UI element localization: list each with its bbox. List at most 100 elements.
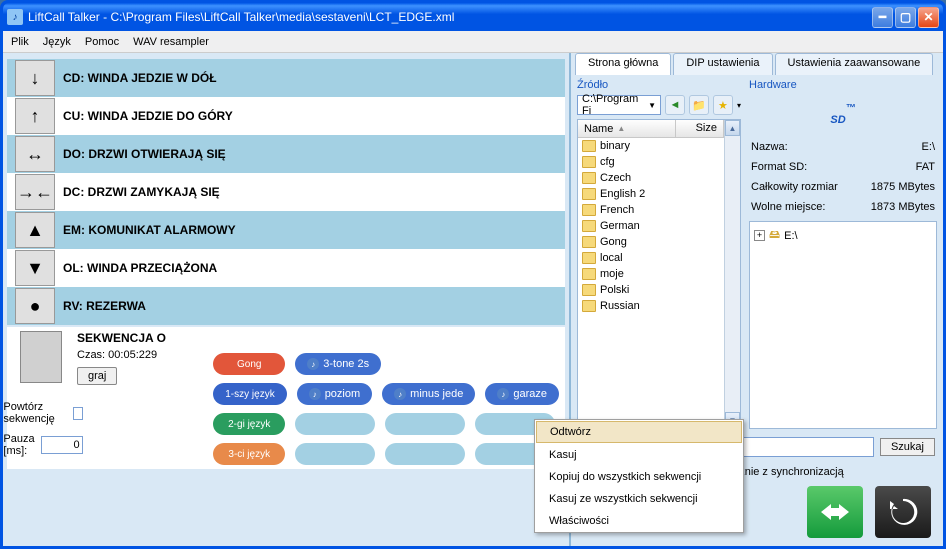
sync-button[interactable]	[807, 486, 863, 538]
hw-format-label: Format SD:	[751, 161, 807, 173]
event-icon: ●	[15, 288, 55, 324]
tab-main[interactable]: Strona główna	[575, 53, 671, 75]
cm-delete[interactable]: Kasuj	[535, 444, 743, 466]
chip-garaze[interactable]: ♪garaze	[485, 383, 559, 405]
cm-properties[interactable]: Właściwości	[535, 510, 743, 532]
folder-item[interactable]: German	[578, 218, 724, 234]
app-icon: ♪	[7, 9, 23, 25]
chip-empty[interactable]	[385, 413, 465, 435]
cm-copy-all[interactable]: Kopiuj do wszystkich sekwencji	[535, 466, 743, 488]
folder-item[interactable]: Czech	[578, 170, 724, 186]
folder-item[interactable]: French	[578, 202, 724, 218]
menu-language[interactable]: Język	[43, 36, 71, 48]
folder-item[interactable]: cfg	[578, 154, 724, 170]
drive-tree[interactable]: + 🖴 E:\	[749, 221, 937, 429]
hw-size-label: Całkowity rozmiar	[751, 181, 838, 193]
cm-play[interactable]: Odtwórz	[536, 421, 742, 443]
tree-drive-label[interactable]: E:\	[784, 230, 797, 242]
folder-icon	[582, 172, 596, 184]
chip-empty[interactable]	[385, 443, 465, 465]
tab-dip[interactable]: DIP ustawienia	[673, 53, 772, 75]
folder-name: German	[600, 220, 640, 232]
titlebar[interactable]: ♪ LiftCall Talker - C:\Program Files\Lif…	[3, 3, 943, 31]
note-icon: ♪	[394, 388, 406, 400]
folder-item[interactable]: moje	[578, 266, 724, 282]
chip-gong[interactable]: Gong	[213, 353, 285, 375]
note-icon: ♪	[307, 358, 319, 370]
col-name[interactable]: Name ▲	[578, 120, 676, 137]
minimize-button[interactable]: ━	[872, 7, 893, 28]
chip-poziom[interactable]: ♪poziom	[297, 383, 372, 405]
hw-free-value: 1873 MBytes	[871, 201, 935, 213]
expand-icon[interactable]: +	[754, 230, 765, 241]
refresh-button[interactable]	[875, 486, 931, 538]
tab-advanced[interactable]: Ustawienia zaawansowane	[775, 53, 934, 75]
folder-item[interactable]: binary	[578, 138, 724, 154]
scroll-up-icon[interactable]: ▲	[725, 120, 740, 136]
folder-icon	[582, 220, 596, 232]
left-panel: ↓CD: WINDA JEDZIE W DÓŁ↑CU: WINDA JEDZIE…	[3, 53, 569, 546]
folder-item[interactable]: Gong	[578, 234, 724, 250]
folder-icon	[582, 236, 596, 248]
up-folder-icon[interactable]: 📁	[689, 95, 709, 115]
chip-3tone[interactable]: ♪3-tone 2s	[295, 353, 381, 375]
chevron-down-icon[interactable]: ▾	[737, 101, 741, 110]
source-column: Źródło C:\Program Fi▼ ◄ 📁 ★ ▾	[577, 79, 741, 429]
sequence-time: Czas: 00:05:229	[77, 349, 205, 361]
drive-icon: 🖴	[769, 226, 780, 245]
maximize-button[interactable]: ▢	[895, 7, 916, 28]
event-row[interactable]: ↓CD: WINDA JEDZIE W DÓŁ	[7, 59, 565, 97]
chip-lang1[interactable]: 1-szy język	[213, 383, 286, 405]
event-row[interactable]: ▼OL: WINDA PRZECIĄŻONA	[7, 249, 565, 287]
folder-item[interactable]: Russian	[578, 298, 724, 314]
chip-minus[interactable]: ♪minus jede	[382, 383, 475, 405]
chip-empty[interactable]	[295, 443, 375, 465]
sequence-title: SEKWENCJA O	[77, 331, 205, 345]
chip-empty[interactable]	[295, 413, 375, 435]
event-label: CD: WINDA JEDZIE W DÓŁ	[63, 71, 217, 85]
folder-name: Polski	[600, 284, 629, 296]
search-button[interactable]: Szukaj	[880, 438, 935, 456]
event-label: OL: WINDA PRZECIĄŻONA	[63, 261, 217, 275]
close-button[interactable]: ✕	[918, 7, 939, 28]
folder-name: Czech	[600, 172, 631, 184]
chip-grid: Gong ♪3-tone 2s 1-szy język ♪poziom ♪min…	[213, 331, 559, 465]
cm-delete-all[interactable]: Kasuj ze wszystkich sekwencji	[535, 488, 743, 510]
menu-file[interactable]: Plik	[11, 36, 29, 48]
event-row[interactable]: ●RV: REZERWA	[7, 287, 565, 325]
back-icon[interactable]: ◄	[665, 95, 685, 115]
play-button[interactable]: graj	[77, 367, 117, 385]
path-combo[interactable]: C:\Program Fi▼	[577, 95, 661, 115]
folder-name: Gong	[600, 236, 627, 248]
menu-wav-resampler[interactable]: WAV resampler	[133, 36, 209, 48]
chip-lang3[interactable]: 3-ci język	[213, 443, 285, 465]
sort-asc-icon: ▲	[617, 124, 625, 133]
folder-item[interactable]: Polski	[578, 282, 724, 298]
folder-icon	[582, 300, 596, 312]
favorite-icon[interactable]: ★	[713, 95, 733, 115]
event-row[interactable]: ↑CU: WINDA JEDZIE DO GÓRY	[7, 97, 565, 135]
folder-item[interactable]: English 2	[578, 186, 724, 202]
chip-lang2[interactable]: 2-gi język	[213, 413, 285, 435]
tabs: Strona główna DIP ustawienia Ustawienia …	[571, 53, 943, 75]
pause-label: Pauza [ms]:	[3, 433, 34, 457]
scrollbar[interactable]: ▲ ▼	[724, 120, 740, 428]
chevron-down-icon: ▼	[648, 101, 656, 110]
refresh-icon	[886, 495, 920, 529]
event-row[interactable]: ↔ DO: DRZWI OTWIERAJĄ SIĘ	[7, 135, 565, 173]
hardware-title: Hardware	[749, 79, 937, 91]
event-row[interactable]: →←DC: DRZWI ZAMYKAJĄ SIĘ	[7, 173, 565, 211]
event-icon: ↔	[15, 136, 55, 172]
col-size[interactable]: Size	[676, 120, 724, 137]
folder-name: English 2	[600, 188, 645, 200]
event-label: DO: DRZWI OTWIERAJĄ SIĘ	[63, 147, 226, 161]
hardware-column: Hardware SD™ Nazwa:E:\ Format SD:FAT Cał…	[749, 79, 937, 429]
menu-help[interactable]: Pomoc	[85, 36, 119, 48]
sequence-icon	[20, 331, 62, 383]
repeat-label: Powtórz sekwencję	[3, 401, 67, 425]
folder-name: French	[600, 204, 634, 216]
folder-item[interactable]: local	[578, 250, 724, 266]
event-row[interactable]: ▲EM: KOMUNIKAT ALARMOWY	[7, 211, 565, 249]
hw-free-label: Wolne miejsce:	[751, 201, 825, 213]
folder-icon	[582, 156, 596, 168]
